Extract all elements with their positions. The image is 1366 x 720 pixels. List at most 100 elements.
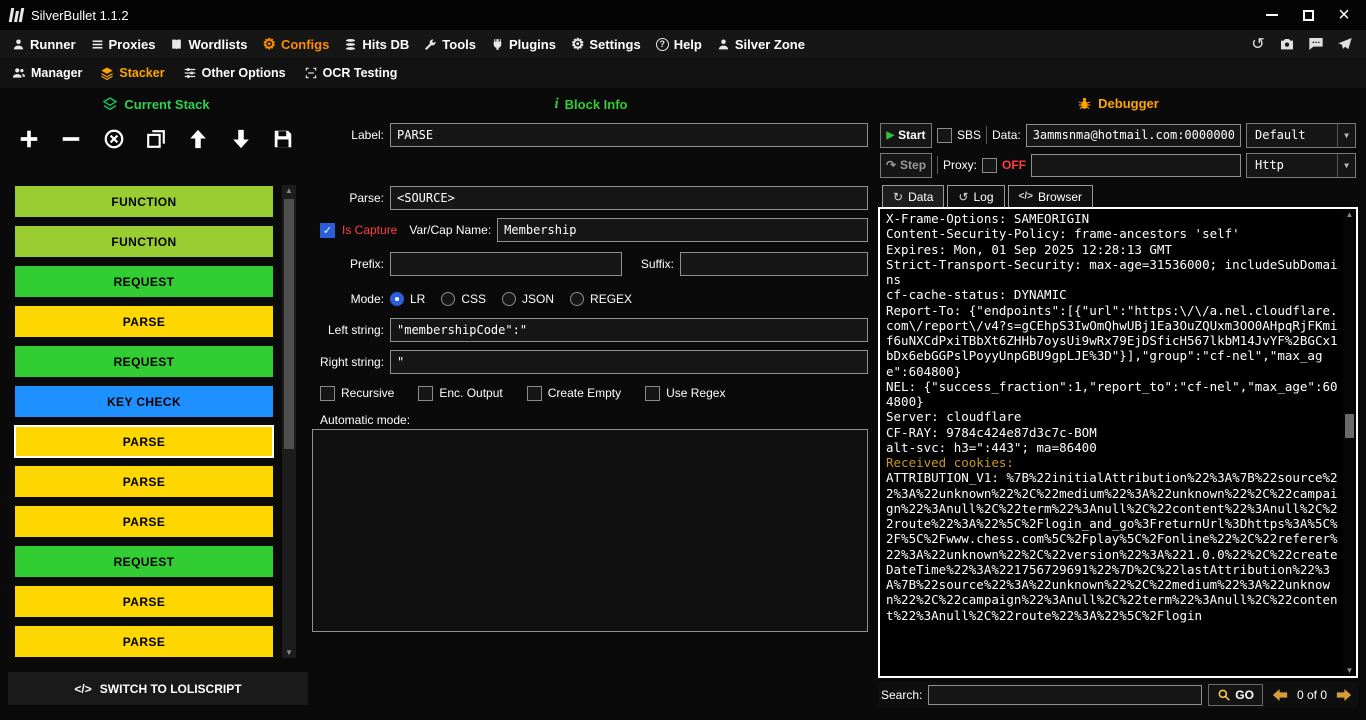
menu-wordlists[interactable]: Wordlists [170,37,247,52]
menu-plugins[interactable]: Plugins [491,37,556,52]
log-search-input[interactable] [928,685,1202,705]
mode-radio-regex[interactable]: REGEX [570,292,632,306]
save-stack-icon [272,128,294,150]
stack-block-keycheck[interactable]: KEY CHECK [14,385,274,418]
move-down-button[interactable] [228,126,254,152]
label-input[interactable] [390,123,868,147]
proxy-input[interactable] [1031,154,1241,177]
code-icon: </> [74,682,91,696]
radio-on-icon [390,292,404,306]
submenu-manager[interactable]: Manager [12,66,82,80]
menu-tools[interactable]: Tools [424,37,476,52]
menu-settings[interactable]: ⚙ Settings [571,37,641,52]
menu-runner[interactable]: Runner [12,37,76,52]
step-button[interactable]: ↷ Step [880,153,932,178]
scroll-down-icon[interactable]: ▼ [1343,666,1356,675]
varcap-name-input[interactable] [497,218,868,242]
log-scrollbar[interactable]: ▲ ▼ [1343,209,1356,676]
stack-scrollbar-thumb[interactable] [284,199,294,449]
automatic-mode-textarea[interactable] [312,429,868,632]
right-string-input[interactable] [390,350,868,374]
left-string-input[interactable] [390,318,868,342]
mode-radio-css[interactable]: CSS [441,292,486,306]
stack-block-parse[interactable]: PARSE [14,505,274,538]
switch-to-loliscript-button[interactable]: </> SWITCH TO LOLISCRIPT [8,672,308,705]
wordlist-type-select[interactable]: Default ▼ [1246,123,1356,148]
prev-match-button[interactable] [1269,686,1291,704]
sbs-checkbox[interactable] [937,128,952,143]
proxy-checkbox[interactable] [982,158,997,173]
prefix-input[interactable] [390,252,622,276]
menu-configs[interactable]: ⚙ Configs [262,37,329,52]
help-icon: ? [656,38,669,51]
history-icon[interactable]: ↺ [1249,35,1267,53]
stack-block-parse-selected[interactable]: PARSE [14,425,274,458]
stack-block-request[interactable]: REQUEST [14,345,274,378]
menu-items: Runner Proxies Wordlists ⚙ Configs Hits … [12,37,805,52]
maximize-button[interactable] [1290,1,1326,29]
search-go-button[interactable]: GO [1208,684,1263,706]
clear-stack-button[interactable] [101,126,127,152]
menu-help[interactable]: ? Help [656,37,702,52]
tab-data[interactable]: ↻Data [882,185,944,207]
move-up-button[interactable] [185,126,211,152]
recursive-checkbox[interactable]: Recursive [320,386,394,401]
create-empty-checkbox[interactable]: Create Empty [527,386,621,401]
code-icon: </> [1019,191,1033,202]
person-icon [717,38,730,51]
duplicate-block-button[interactable] [143,126,169,152]
bug-icon [1077,96,1092,111]
parse-source-input[interactable] [390,186,868,210]
enc-output-checkbox[interactable]: Enc. Output [418,386,502,401]
stack-block-parse[interactable]: PARSE [14,625,274,658]
stack-block-parse[interactable]: PARSE [14,465,274,498]
stack-block-function[interactable]: FUNCTION [14,225,274,258]
menu-silver-zone[interactable]: Silver Zone [717,37,805,52]
debug-data-input[interactable] [1026,124,1241,147]
stack-panel-header: Current Stack [6,96,306,112]
stack-block-request[interactable]: REQUEST [14,545,274,578]
save-stack-button[interactable] [270,126,296,152]
proxy-type-select[interactable]: Http ▼ [1246,153,1356,178]
use-regex-checkbox[interactable]: Use Regex [645,386,725,401]
prefix-suffix-row: Prefix: Suffix: [320,251,868,277]
log-scrollbar-thumb[interactable] [1345,414,1354,438]
info-icon: i [554,96,558,113]
remove-block-button[interactable] [58,126,84,152]
submenu-stacker[interactable]: Stacker [100,66,164,80]
is-capture-checkbox[interactable]: ✓ [320,223,335,238]
stack-block-parse[interactable]: PARSE [14,305,274,338]
stacker-layers-icon [100,66,114,80]
mode-radio-lr[interactable]: LR [390,292,425,306]
telegram-icon[interactable] [1336,35,1354,53]
menu-hits-db[interactable]: Hits DB [344,37,409,52]
scroll-down-icon[interactable]: ▼ [282,648,296,657]
minimize-button[interactable] [1254,1,1290,29]
switch-to-loliscript-label: SWITCH TO LOLISCRIPT [100,682,242,696]
screenshot-icon[interactable] [1278,35,1296,53]
parse-row: Parse: [320,185,868,211]
add-block-button[interactable] [16,126,42,152]
chat-bubble-icon [1308,36,1324,52]
close-button[interactable]: × [1326,1,1362,29]
arrow-left-icon [1269,686,1291,704]
stack-block-request[interactable]: REQUEST [14,265,274,298]
tab-log[interactable]: ↺Log [947,185,1004,207]
stack-block-parse[interactable]: PARSE [14,585,274,618]
mode-radio-json[interactable]: JSON [502,292,554,306]
log-cookies-heading: Received cookies: [886,455,1338,470]
tab-browser[interactable]: </>Browser [1008,185,1093,207]
submenu-ocr-testing[interactable]: OCR Testing [304,66,398,80]
menu-proxies[interactable]: Proxies [91,37,156,52]
chat-icon[interactable] [1307,35,1325,53]
debug-log-output[interactable]: X-Frame-Options: SAMEORIGIN Content-Secu… [878,207,1358,678]
stack-block-function[interactable]: FUNCTION [14,185,274,218]
submenu-other-options[interactable]: Other Options [183,66,286,80]
scroll-up-icon[interactable]: ▲ [1343,210,1356,219]
next-match-button[interactable] [1333,686,1355,704]
suffix-input[interactable] [680,252,868,276]
stack-panel-title: Current Stack [124,97,209,112]
start-button[interactable]: ▶ Start [880,123,932,148]
stack-scrollbar[interactable]: ▲ ▼ [282,185,296,658]
scroll-up-icon[interactable]: ▲ [282,186,296,195]
